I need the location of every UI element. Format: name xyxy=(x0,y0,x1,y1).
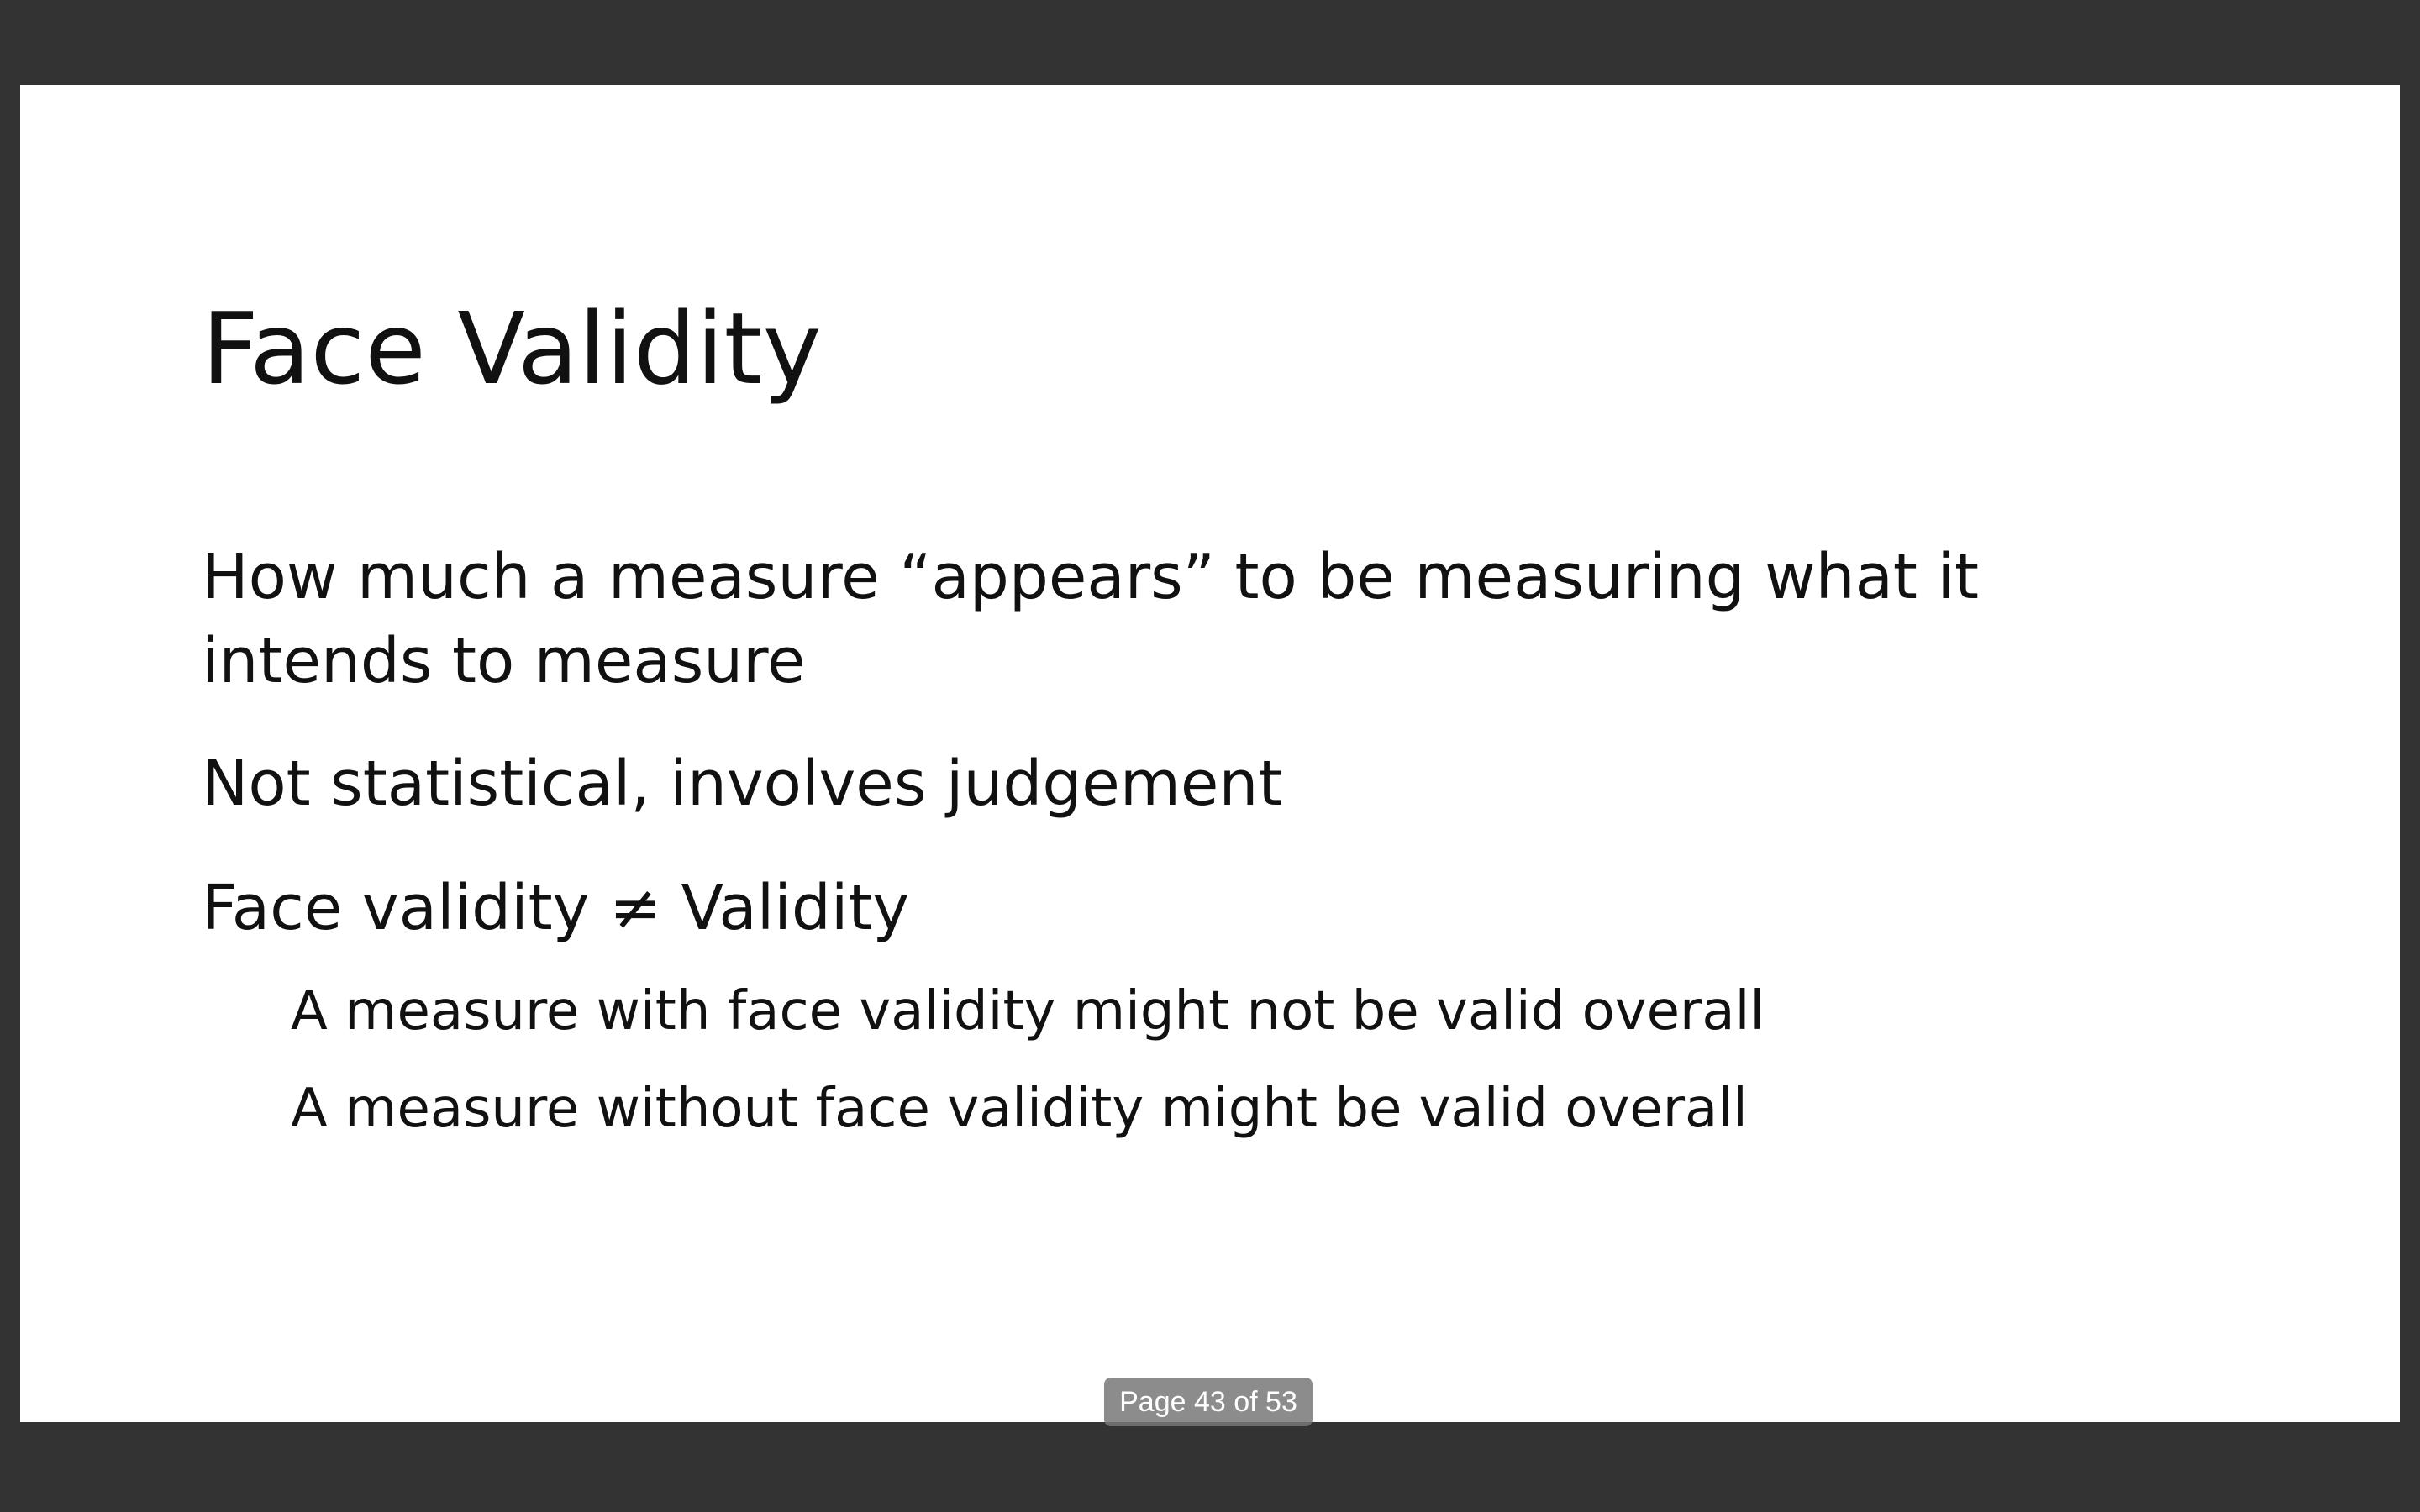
bullet-definition-line-2: intends to measure xyxy=(202,625,806,697)
page-indicator: Page 43 of 53 xyxy=(1104,1378,1313,1426)
sub-bullet-without-face-validity: A measure without face validity might be… xyxy=(291,1078,1748,1140)
slide-page: Face Validity How much a measure “appear… xyxy=(20,85,2400,1422)
bullet-not-statistical: Not statistical, involves judgement xyxy=(202,748,1283,820)
bullet-definition: How much a measure “appears” to be measu… xyxy=(202,535,1979,703)
document-viewer: Face Validity How much a measure “appear… xyxy=(0,0,2420,1512)
slide-title: Face Validity xyxy=(202,291,822,407)
bullet-face-validity-not-validity: Face validity ≠ Validity xyxy=(202,872,910,944)
sub-bullet-with-face-validity: A measure with face validity might not b… xyxy=(291,980,1765,1042)
bullet-definition-line-1: How much a measure “appears” to be measu… xyxy=(202,541,1980,613)
